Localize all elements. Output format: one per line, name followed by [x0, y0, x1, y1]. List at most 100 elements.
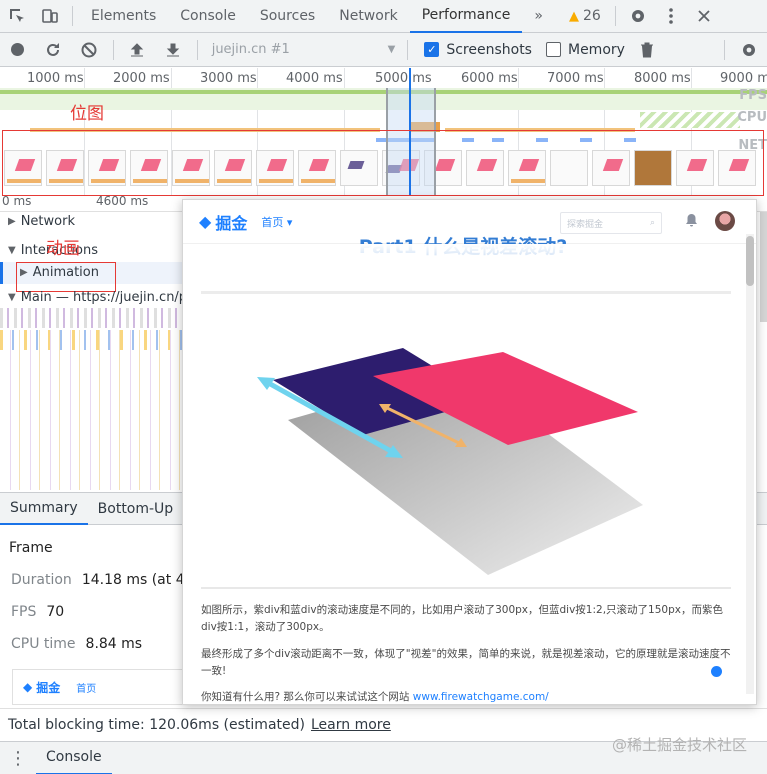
track-main[interactable]: ▼ Main — https://juejin.cn/po	[8, 290, 195, 305]
frame-screenshot-preview[interactable]: ◆ 掘金 首页	[12, 669, 184, 705]
annotation-bitmap: 位图	[70, 104, 104, 124]
drawer-menu-icon[interactable]: ⋮	[0, 748, 36, 769]
juejin-logo: ◆ 掘金	[199, 210, 247, 234]
avatar	[715, 211, 735, 231]
tick-label: 4600 ms	[96, 194, 149, 208]
page-search-input: 探索掘金 ⌕	[560, 212, 662, 234]
tab-network[interactable]: Network	[327, 0, 409, 33]
close-devtools-icon[interactable]	[688, 0, 721, 33]
collect-garbage-button[interactable]	[629, 33, 665, 67]
article-paragraph-2: 最终形成了多个div滚动距离不一致，体现了"视差"的效果，简单的来说，就是视差滚…	[201, 648, 731, 677]
capture-settings-button[interactable]	[731, 33, 767, 67]
juejin-logo-icon: ◆	[199, 212, 212, 231]
divider	[201, 587, 731, 589]
cpu-row: CPU time 8.84 ms	[11, 636, 142, 652]
page-scroll-thumb	[746, 236, 754, 286]
duration-row: Duration 14.18 ms (at 4.4	[11, 572, 198, 588]
tab-performance[interactable]: Performance	[409, 0, 523, 33]
profile-select[interactable]: juejin.cn #1 ▼	[204, 39, 402, 61]
screenshots-label: Screenshots	[446, 41, 532, 58]
annotation-box-animation	[16, 262, 116, 292]
settings-gear-icon[interactable]	[622, 0, 655, 33]
tick-label: 2000 ms	[113, 71, 170, 86]
device-toolbar-icon[interactable]	[33, 0, 66, 33]
fps-row: FPS 70	[11, 604, 64, 620]
parallax-illustration	[257, 348, 643, 575]
page-scroll-track	[746, 234, 754, 694]
tick-label: 8000 ms	[634, 71, 691, 86]
memory-label: Memory	[567, 41, 625, 58]
track-network[interactable]: ▶ Network	[8, 214, 75, 229]
save-profile-button[interactable]	[155, 33, 191, 67]
chat-icon	[711, 666, 722, 677]
article-paragraph-1: 如图所示，紫div和蓝div的滚动速度是不同的，比如用户滚动了300px，但蓝d…	[201, 604, 723, 633]
learn-more-link[interactable]: Learn more	[311, 717, 391, 733]
memory-checkbox[interactable]: Memory	[545, 41, 625, 58]
separator	[72, 6, 73, 26]
search-placeholder: 探索掘金	[567, 219, 604, 230]
row-highlight	[0, 262, 3, 284]
annotation-animation: 动画	[46, 239, 80, 259]
more-tabs-button[interactable]: »	[522, 0, 555, 33]
gear-icon	[743, 43, 756, 56]
tab-console[interactable]: Console	[168, 0, 248, 33]
clear-button[interactable]	[71, 33, 107, 67]
screenshots-checkbox[interactable]: ✓ Screenshots	[424, 42, 532, 58]
annotation-box-bitmap	[2, 130, 764, 196]
more-options-icon[interactable]	[655, 0, 688, 33]
drawer-tab-console[interactable]: Console	[36, 742, 112, 774]
upload-icon	[131, 42, 144, 56]
tab-summary[interactable]: Summary	[0, 493, 88, 525]
overview-ruler: 1000 ms 2000 ms 3000 ms 4000 ms 5000 ms …	[0, 68, 767, 88]
blocking-text: Total blocking time: 120.06ms (estimated…	[8, 717, 305, 733]
performance-toolbar: juejin.cn #1 ▼ ✓ Screenshots Memory	[0, 33, 767, 67]
separator	[614, 6, 616, 26]
mini-nav: 首页	[76, 683, 97, 695]
checkbox-checked-icon: ✓	[424, 42, 440, 57]
warning-count: 26	[583, 8, 601, 24]
devtools-tab-bar: Elements Console Sources Network Perform…	[0, 0, 767, 33]
inspect-element-icon[interactable]	[0, 0, 33, 33]
duration-label: Duration	[11, 572, 72, 588]
separator	[112, 39, 114, 60]
separator	[196, 39, 198, 60]
profile-select-value: juejin.cn #1	[211, 42, 290, 57]
tab-elements[interactable]: Elements	[79, 0, 168, 33]
reload-profile-button[interactable]	[36, 33, 72, 67]
article-paragraph-3: 你知道有什么用? 那么你可以来试试这个网站 www.firewatchgame.…	[201, 691, 549, 703]
separator	[407, 39, 409, 60]
load-profile-button[interactable]	[120, 33, 156, 67]
frame-title: Frame	[9, 540, 53, 556]
tick-label: 4000 ms	[286, 71, 343, 86]
warnings-counter[interactable]: ▲ 26	[569, 8, 601, 24]
nav-home: 首页 ▾	[261, 215, 293, 229]
collapse-caret-icon: ▼	[8, 292, 16, 303]
tab-bottom-up[interactable]: Bottom-Up	[88, 493, 184, 525]
expand-caret-icon: ▶	[8, 216, 16, 227]
track-label: Network	[20, 214, 75, 229]
separator	[724, 39, 726, 60]
main-thread-markers	[0, 330, 182, 490]
warning-icon: ▲	[569, 8, 579, 24]
cpu-lane-label: CPU	[737, 110, 767, 125]
tick-label: 9000 m	[720, 71, 767, 86]
watermark: @稀土掘金技术社区	[611, 736, 747, 754]
timeline-overview[interactable]: 1000 ms 2000 ms 3000 ms 4000 ms 5000 ms …	[0, 68, 767, 196]
flamechart-scrollbar[interactable]	[760, 212, 767, 322]
fps-label: FPS	[11, 604, 37, 620]
record-button[interactable]	[0, 33, 36, 67]
search-icon: ⌕	[649, 218, 655, 228]
tab-sources[interactable]: Sources	[248, 0, 327, 33]
tick-label: 0 ms	[2, 194, 32, 208]
article-link: www.firewatchgame.com/	[412, 691, 549, 703]
mini-logo: 掘金	[36, 680, 61, 695]
header-fade	[183, 244, 743, 284]
reload-icon	[47, 42, 60, 56]
clear-icon	[81, 42, 97, 57]
fps-value: 70	[46, 604, 65, 620]
notification-bell-icon	[685, 213, 699, 227]
tick-label: 7000 ms	[547, 71, 604, 86]
cpu-idle-hatch	[640, 112, 740, 128]
trash-icon	[640, 42, 653, 57]
tick-label: 5000 ms	[375, 71, 432, 86]
